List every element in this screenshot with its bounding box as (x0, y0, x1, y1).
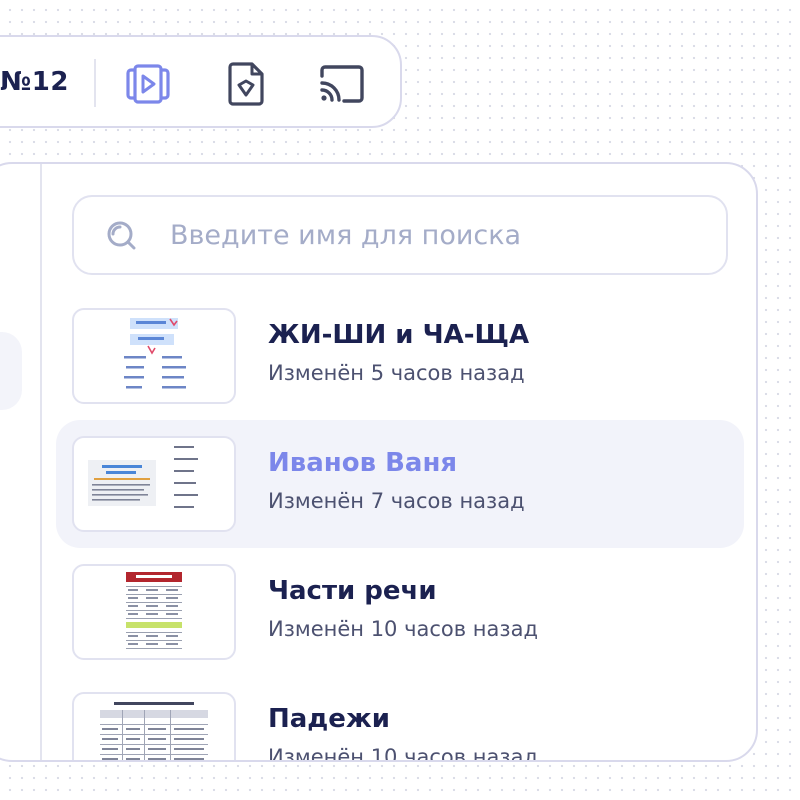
file-thumbnail (72, 692, 236, 760)
panel-divider (40, 164, 42, 760)
file-name: Части речи (268, 576, 437, 606)
cast-button[interactable] (316, 59, 368, 109)
file-name: Иванов Ваня (268, 448, 458, 478)
file-item[interactable]: Падежи Изменён 10 часов назад (56, 676, 744, 762)
search-input[interactable] (168, 218, 692, 252)
file-name: ЖИ-ШИ и ЧА-ЩА (268, 320, 530, 350)
file-name: Падежи (268, 704, 391, 734)
file-thumbnail (72, 564, 236, 660)
cast-icon (320, 65, 364, 103)
files-panel: ЖИ-ШИ и ЧА-ЩА Изменён 5 часов назад (0, 162, 758, 762)
save-icon (228, 62, 264, 106)
file-modified-time: Изменён 10 часов назад (268, 617, 538, 641)
presentation-icon (126, 64, 170, 104)
search-box[interactable] (72, 195, 728, 275)
file-item[interactable]: ЖИ-ШИ и ЧА-ЩА Изменён 5 часов назад (56, 292, 744, 420)
sidebar-item[interactable] (0, 332, 22, 410)
search-icon (104, 218, 138, 252)
file-modified-time: Изменён 7 часов назад (268, 489, 525, 513)
file-item-selected[interactable]: Иванов Ваня Изменён 7 часов назад (56, 420, 744, 548)
presentation-button[interactable] (122, 59, 174, 109)
file-thumbnail (72, 308, 236, 404)
toolbar-divider (94, 59, 96, 107)
file-modified-time: Изменён 10 часов назад (268, 745, 538, 762)
file-modified-time: Изменён 5 часов назад (268, 361, 525, 385)
top-toolbar: №12 (0, 35, 402, 128)
file-thumbnail (72, 436, 236, 532)
lesson-number: №12 (0, 67, 69, 97)
file-item[interactable]: Части речи Изменён 10 часов назад (56, 548, 744, 676)
save-button[interactable] (220, 59, 272, 109)
